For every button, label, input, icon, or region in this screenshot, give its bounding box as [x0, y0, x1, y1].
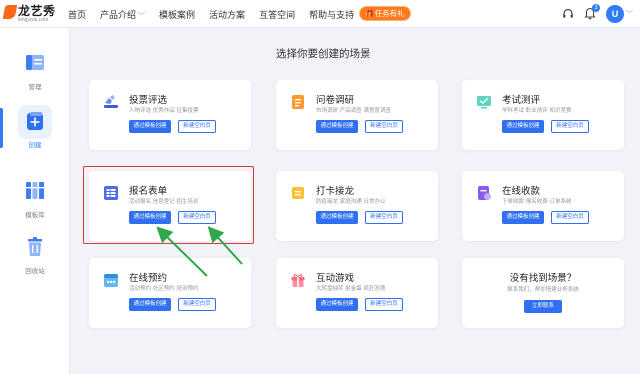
not-found-title: 没有找到场景？ [509, 273, 577, 284]
card-desc: 大转盘抽奖 砸金蛋 疯狂答题 [316, 286, 386, 292]
sidebar-item-manage[interactable]: 管理 [0, 44, 70, 100]
new-blank-page-button[interactable]: 新建空白页 [551, 120, 589, 133]
top-navbar: 龙艺秀 longyixiu.com 首页 产品介绍 ﹀ 模板案例 活动方案 互答空… [0, 0, 640, 28]
gift-icon: 🎁 [365, 9, 375, 18]
scene-card-payment[interactable]: 在线收款 下单收款 报名收费 订单系统 通过模板创建 新建空白页 [462, 171, 624, 241]
create-from-template-button[interactable]: 通过模板创建 [316, 298, 358, 311]
manage-icon [26, 55, 44, 70]
payment-icon [478, 186, 491, 200]
booking-icon [104, 274, 118, 287]
scene-card-exam[interactable]: 考试测评 学科考试 职业测评 知识竞赛 通过模板创建 新建空白页 [462, 80, 624, 150]
scene-card-checkin[interactable]: 打卡接龙 防疫接龙 家庭沟通 日常办公 通过模板创建 新建空白页 [276, 171, 438, 241]
card-title: 打卡接龙 [316, 186, 355, 197]
sidebar-item-label: 回收站 [25, 267, 45, 275]
create-from-template-button[interactable]: 通过模板创建 [129, 298, 171, 311]
template-library-icon [26, 182, 44, 199]
not-found-desc: 联系我们，帮你搭建业务系统 [507, 287, 579, 293]
card-title: 问卷调研 [316, 95, 355, 106]
card-desc: 市场调研 产品调查 满意度调查 [316, 108, 391, 114]
nav-item-templates[interactable]: 模板案例 [159, 8, 195, 21]
sidebar-item-recycle-bin[interactable]: 回收站 [0, 228, 70, 284]
nav-item-campaigns[interactable]: 活动方案 [209, 8, 245, 21]
nav-item-products[interactable]: 产品介绍 ﹀ [100, 8, 145, 21]
create-from-template-button[interactable]: 通过模板创建 [129, 120, 171, 133]
red-highlight-box [83, 166, 254, 244]
new-blank-page-button[interactable]: 新建空白页 [365, 298, 403, 311]
new-blank-page-button[interactable]: 新建空白页 [365, 120, 403, 133]
nav-item-qa-space[interactable]: 互答空间 [259, 8, 295, 21]
avatar[interactable]: U [606, 5, 624, 23]
nav-item-help[interactable]: 帮助与支持 [309, 8, 354, 21]
create-from-template-button[interactable]: 通过模板创建 [316, 120, 358, 133]
chevron-down-icon: ﹀ [138, 11, 146, 20]
new-blank-page-button[interactable]: 新建空白页 [178, 298, 216, 311]
sidebar-item-create[interactable]: 创建 [0, 102, 70, 158]
sidebar-item-label: 管理 [28, 83, 42, 91]
card-desc: 活动预约 社区预约 培训预约 [129, 286, 199, 292]
logo-domain: longyixiu.com [18, 17, 49, 23]
logo-mark-icon [2, 5, 18, 19]
not-found-card: 没有找到场景？ 联系我们，帮你搭建业务系统 立即联系 [462, 258, 624, 328]
sidebar-item-label: 模板库 [25, 211, 45, 219]
notification-badge: 3 [592, 4, 600, 12]
checkin-icon [292, 187, 304, 199]
card-title: 投票评选 [129, 95, 168, 106]
chevron-down-icon[interactable]: ﹀ [626, 9, 633, 19]
contact-now-button[interactable]: 立即联系 [524, 300, 562, 313]
vote-icon [104, 95, 118, 108]
new-blank-page-button[interactable]: 新建空白页 [178, 120, 216, 133]
promo-task-reward-button[interactable]: 🎁任务有礼 [359, 6, 411, 21]
scene-card-game[interactable]: 互动游戏 大转盘抽奖 砸金蛋 疯狂答题 通过模板创建 新建空白页 [276, 258, 438, 328]
nav-item-home[interactable]: 首页 [68, 8, 86, 21]
create-from-template-button[interactable]: 通过模板创建 [502, 120, 544, 133]
recycle-bin-icon [28, 237, 42, 256]
card-desc: 下单收款 报名收费 订单系统 [502, 199, 572, 205]
sidebar-item-label: 创建 [28, 141, 42, 149]
main-nav: 首页 产品介绍 ﹀ 模板案例 活动方案 互答空间 帮助与支持 [68, 0, 368, 28]
game-gift-icon [291, 274, 305, 287]
create-plus-icon [27, 112, 43, 130]
card-title: 考试测评 [502, 95, 541, 106]
sidebar: 管理 创建 模板库 回收站 [0, 28, 70, 374]
sidebar-item-template-library[interactable]: 模板库 [0, 172, 70, 228]
card-title: 在线收款 [502, 186, 541, 197]
create-from-template-button[interactable]: 通过模板创建 [502, 211, 544, 224]
scene-card-booking[interactable]: 在线预约 活动预约 社区预约 培训预约 通过模板创建 新建空白页 [89, 258, 251, 328]
logo[interactable]: 龙艺秀 longyixiu.com [2, 2, 62, 26]
headset-icon[interactable] [562, 8, 574, 20]
card-title: 互动游戏 [316, 273, 355, 284]
new-blank-page-button[interactable]: 新建空白页 [365, 211, 403, 224]
card-desc: 防疫接龙 家庭沟通 日常办公 [316, 199, 386, 205]
page-title: 选择你要创建的场景 [276, 48, 371, 60]
scene-card-vote[interactable]: 投票评选 人物评选 优秀作品 征集投票 通过模板创建 新建空白页 [89, 80, 251, 150]
exam-icon [477, 96, 491, 109]
new-blank-page-button[interactable]: 新建空白页 [551, 211, 589, 224]
card-desc: 人物评选 优秀作品 征集投票 [129, 108, 199, 114]
scene-card-survey[interactable]: 问卷调研 市场调研 产品调查 满意度调查 通过模板创建 新建空白页 [276, 80, 438, 150]
create-from-template-button[interactable]: 通过模板创建 [316, 211, 358, 224]
card-desc: 学科考试 职业测评 知识竞赛 [502, 108, 572, 114]
survey-icon [292, 95, 304, 109]
card-title: 在线预约 [129, 273, 168, 284]
